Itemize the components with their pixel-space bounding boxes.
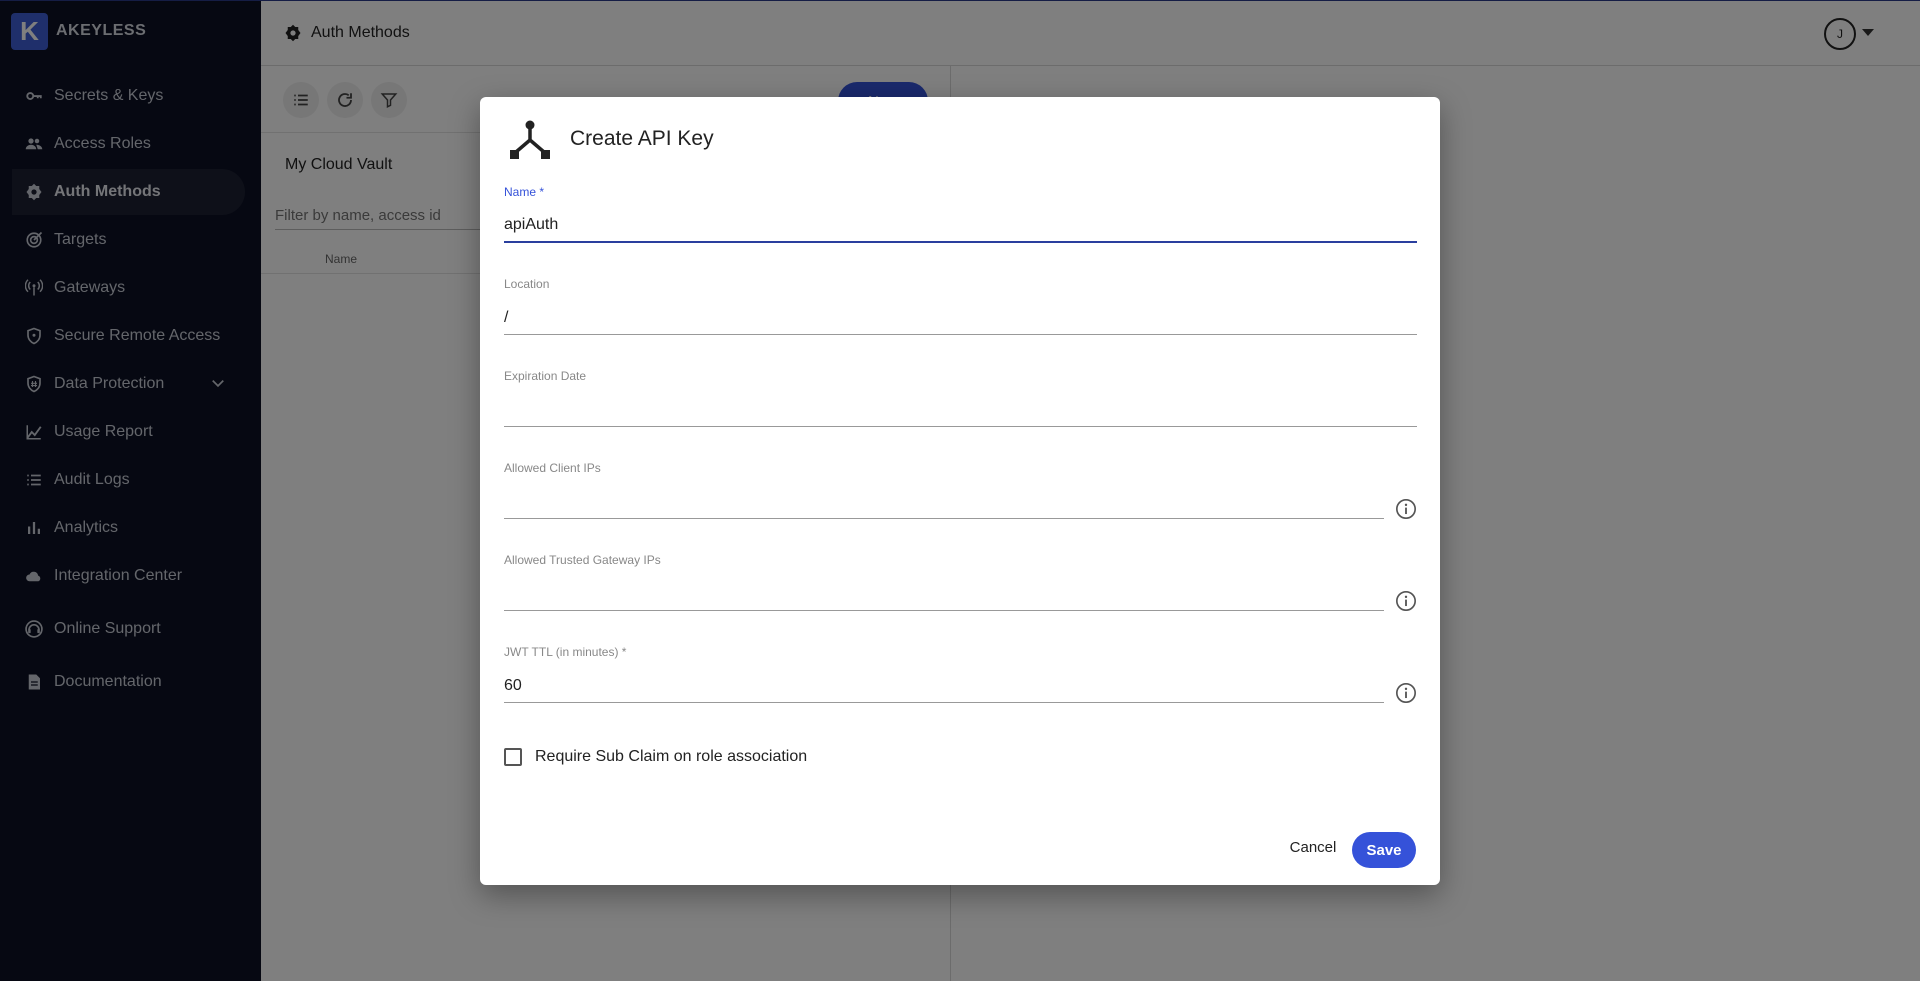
info-icon[interactable] xyxy=(1395,682,1417,704)
allowed-client-ips-input[interactable] xyxy=(504,485,1384,519)
allowed-gateway-ips-label: Allowed Trusted Gateway IPs xyxy=(504,553,661,567)
cancel-button-label: Cancel xyxy=(1289,838,1337,856)
require-sub-claim-checkbox[interactable] xyxy=(504,748,522,766)
dialog-title: Create API Key xyxy=(570,127,714,150)
name-input[interactable] xyxy=(504,209,1417,243)
require-sub-claim-label: Require Sub Claim on role association xyxy=(535,748,808,765)
jwt-ttl-input[interactable] xyxy=(504,669,1384,703)
location-label: Location xyxy=(504,277,550,291)
location-input[interactable] xyxy=(504,301,1417,335)
allowed-gateway-ips-input[interactable] xyxy=(504,577,1384,611)
name-label: Name * xyxy=(504,185,545,199)
require-sub-claim-row[interactable]: Require Sub Claim on role association xyxy=(504,748,807,766)
expiration-date-input[interactable] xyxy=(504,393,1417,427)
create-api-key-dialog: Create API Key Name * Location Expiratio… xyxy=(480,97,1440,885)
expiration-date-label: Expiration Date xyxy=(504,369,587,383)
cancel-button[interactable]: Cancel xyxy=(1280,833,1346,861)
save-button-label: Save xyxy=(1366,841,1402,859)
api-key-icon xyxy=(509,119,551,161)
save-button[interactable]: Save xyxy=(1352,832,1416,868)
allowed-client-ips-label: Allowed Client IPs xyxy=(504,461,601,475)
info-icon[interactable] xyxy=(1395,498,1417,520)
jwt-ttl-label: JWT TTL (in minutes) * xyxy=(504,645,627,659)
info-icon[interactable] xyxy=(1395,590,1417,612)
